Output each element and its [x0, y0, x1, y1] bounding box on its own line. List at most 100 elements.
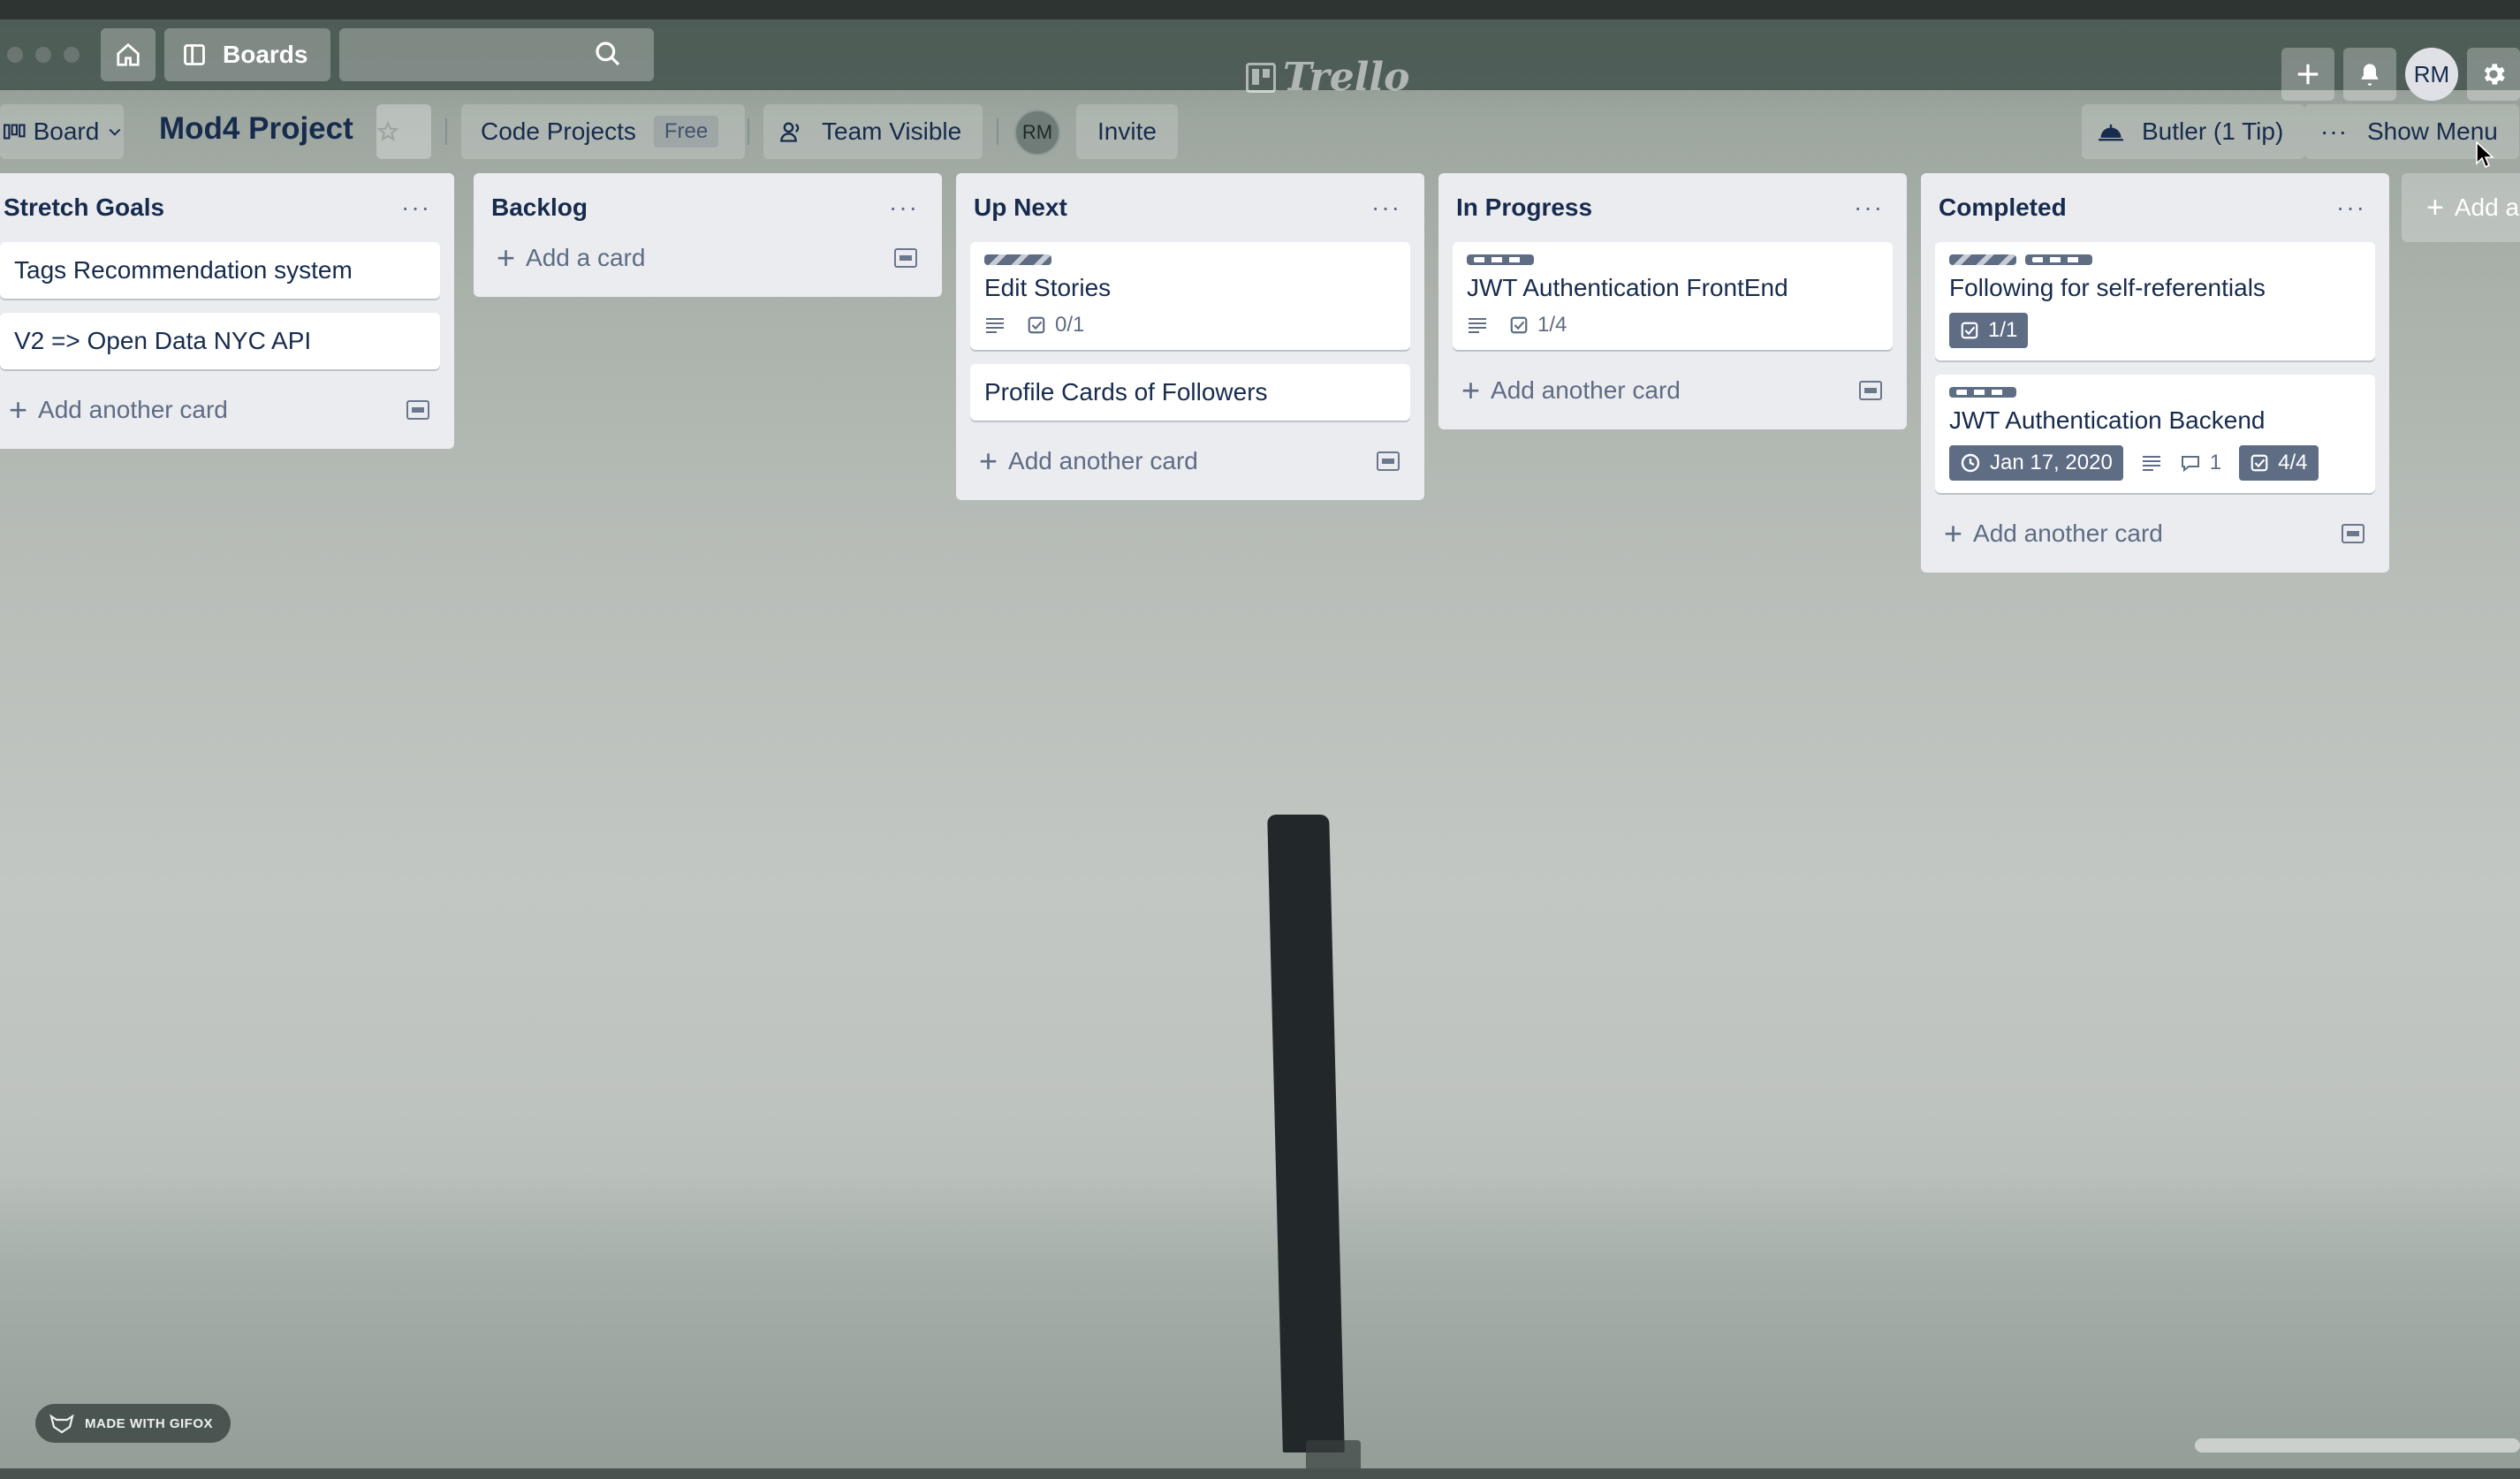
visibility-button[interactable]: Team Visible	[763, 104, 983, 159]
boards-icon	[184, 44, 205, 65]
add-card-label: Add another card	[1008, 447, 1198, 474]
checklist-count: 1/1	[1988, 318, 2018, 342]
add-card-label: Add a card	[526, 244, 646, 271]
add-card-button[interactable]: + Add another card	[0, 383, 440, 436]
card[interactable]: Profile Cards of Followers	[970, 364, 1410, 421]
card[interactable]: V2 => Open Data NYC API	[0, 313, 440, 369]
card-template-icon[interactable]	[2342, 524, 2364, 543]
card-template-icon[interactable]	[1377, 451, 1400, 471]
plus-icon: +	[2426, 190, 2444, 224]
card[interactable]: Edit Stories 0/1	[970, 242, 1410, 350]
add-card-left: + Add another card	[9, 394, 228, 426]
card[interactable]: JWT Authentication FrontEnd 1/4	[1453, 242, 1893, 350]
add-card-button[interactable]: + Add another card	[1453, 364, 1893, 417]
list-title[interactable]: Up Next	[970, 193, 1067, 222]
add-list-label: Add a	[2454, 193, 2520, 221]
team-name: Code Projects	[481, 118, 636, 145]
visibility-label: Team Visible	[822, 118, 962, 145]
checklist-count: 1/4	[1537, 313, 1567, 337]
checklist-complete-badge: 1/1	[1949, 313, 2029, 348]
gifox-logo-icon	[49, 1414, 74, 1434]
card-title: JWT Authentication Backend	[1949, 406, 2266, 434]
board-title[interactable]: Mod4 Project	[159, 111, 353, 147]
list-title[interactable]: Stretch Goals	[0, 193, 164, 222]
plus-icon: +	[1944, 515, 1963, 551]
board-view-switcher[interactable]: Board	[0, 104, 124, 159]
clock-icon	[1961, 453, 1980, 473]
card[interactable]: Following for self-referentials 1/1	[1935, 242, 2375, 360]
checklist-icon	[1028, 316, 1045, 334]
member-avatar-header[interactable]: RM	[2405, 48, 2458, 101]
card-label[interactable]	[2025, 254, 2092, 265]
gear-icon	[2484, 64, 2505, 85]
description-icon	[986, 318, 1004, 333]
search-icon[interactable]	[594, 40, 622, 68]
star-board-button[interactable]	[376, 104, 431, 159]
card-template-icon[interactable]	[894, 248, 917, 268]
due-date: Jan 17, 2020	[1990, 451, 2113, 474]
list-title[interactable]: Completed	[1935, 193, 2067, 222]
description-icon	[1469, 318, 1486, 333]
description-icon	[2142, 456, 2160, 471]
list-menu-icon[interactable]: ···	[889, 193, 928, 222]
card-label[interactable]	[1467, 254, 1534, 265]
settings-button[interactable]	[2467, 48, 2520, 101]
card-title: Following for self-referentials	[1949, 274, 2266, 301]
add-card-left: + Add another card	[1461, 375, 1681, 406]
trello-logo[interactable]: Trello	[1246, 55, 1410, 100]
horizontal-scrollbar[interactable]	[2195, 1438, 2520, 1452]
team-button[interactable]: Code Projects Free	[461, 104, 746, 159]
card-labels	[1949, 254, 2361, 265]
board-member-avatar[interactable]: RM	[1014, 110, 1060, 155]
watermark-text: MADE WITH GIFOX	[85, 1415, 213, 1431]
card-label[interactable]	[1949, 387, 2016, 398]
trello-logo-text: Trello	[1283, 55, 1410, 100]
boards-label: Boards	[223, 41, 308, 68]
board-header: Board Mod4 Project Code Projects Free Te…	[0, 104, 2520, 159]
comments-badge: 1	[2180, 451, 2221, 475]
list-header: Stretch Goals ···	[0, 173, 440, 242]
card-label[interactable]	[984, 254, 1051, 265]
plus-icon: +	[979, 443, 998, 479]
list-backlog: Backlog ··· + Add a card	[474, 173, 942, 297]
minimize-window-dot[interactable]	[35, 47, 51, 63]
add-list-button[interactable]: + Add a	[2402, 173, 2520, 242]
checklist-icon	[1961, 322, 1978, 339]
add-card-left: + Add another card	[1944, 518, 2163, 550]
list-title[interactable]: In Progress	[1453, 193, 1592, 222]
divider	[445, 118, 447, 145]
mouse-cursor-icon	[2476, 141, 2495, 169]
plus-icon: +	[1461, 372, 1481, 408]
add-card-button[interactable]: + Add another card	[970, 435, 1410, 488]
butler-button[interactable]: Butler (1 Tip)	[2082, 104, 2305, 159]
boards-button[interactable]: Boards	[164, 28, 331, 81]
close-window-dot[interactable]	[7, 47, 23, 63]
list-menu-icon[interactable]: ···	[1854, 193, 1893, 222]
due-date-badge[interactable]: Jan 17, 2020	[1949, 445, 2123, 481]
card-badges: 1/1	[1949, 313, 2361, 348]
card-labels	[1467, 254, 1879, 265]
notifications-button[interactable]	[2343, 48, 2396, 101]
add-card-button[interactable]: + Add another card	[1935, 507, 2375, 560]
card[interactable]: JWT Authentication Backend Jan 17, 2020 …	[1935, 375, 2375, 493]
window-controls	[7, 47, 80, 63]
card-title: Tags Recommendation system	[14, 256, 353, 284]
create-button[interactable]	[2281, 48, 2334, 101]
list-title[interactable]: Backlog	[488, 193, 588, 222]
add-card-button[interactable]: + Add a card	[488, 231, 928, 284]
home-button[interactable]	[101, 28, 156, 81]
list-menu-icon[interactable]: ···	[1371, 193, 1410, 222]
list-menu-icon[interactable]: ···	[401, 193, 440, 222]
card-template-icon[interactable]	[406, 400, 429, 420]
plus-icon: +	[497, 239, 516, 276]
list-menu-icon[interactable]: ···	[2336, 193, 2375, 222]
checklist-complete-badge: 4/4	[2239, 445, 2319, 481]
card-label[interactable]	[1949, 254, 2016, 265]
sea-horizon	[0, 1175, 2520, 1479]
checklist-icon	[1510, 316, 1528, 334]
zoom-window-dot[interactable]	[64, 47, 80, 63]
card-template-icon[interactable]	[1859, 381, 1882, 400]
invite-button[interactable]: Invite	[1076, 104, 1178, 159]
chevron-down-icon	[109, 128, 121, 136]
card[interactable]: Tags Recommendation system	[0, 242, 440, 299]
